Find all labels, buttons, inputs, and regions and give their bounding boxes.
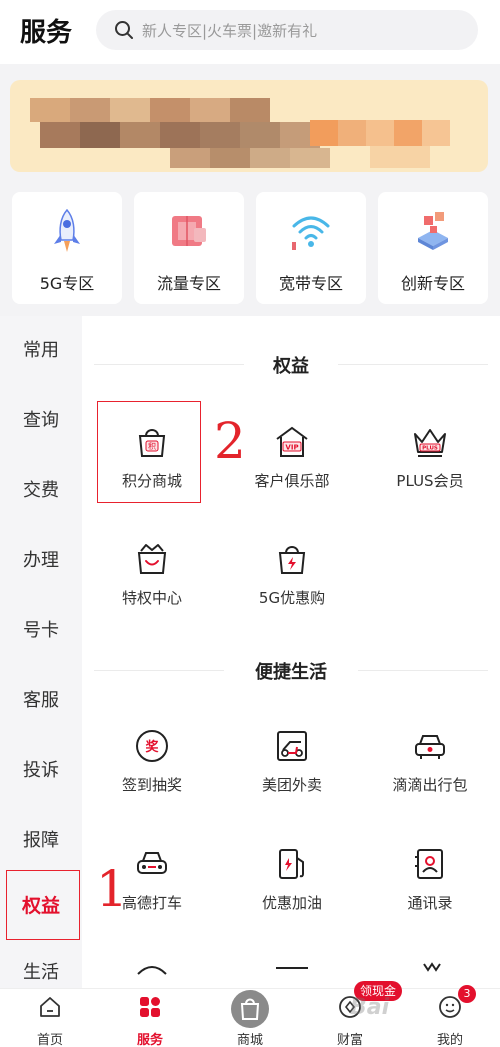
nav-profile[interactable]: 我的 xyxy=(400,993,500,1047)
rocket-icon xyxy=(54,208,80,252)
sidebar-item-payment[interactable]: 交费 xyxy=(0,456,82,526)
tile-label: 流量专区 xyxy=(156,274,221,293)
quick-tiles: 5G专区 流量专区 宽带专区 创新专区 xyxy=(0,184,500,316)
bottom-nav: 首页 服务 商城 财富 我的 领现金 3 Bai xyxy=(0,981,500,1047)
sidebar-item-service[interactable]: 客服 xyxy=(0,666,82,736)
shopping-bag-icon xyxy=(231,990,269,1028)
privilege-bag-icon xyxy=(137,544,167,574)
annotation-step-2: 2 xyxy=(214,412,246,470)
partial-icon xyxy=(276,967,308,969)
tile-innovation[interactable]: 创新专区 xyxy=(378,192,488,304)
banner-area xyxy=(0,64,500,184)
grid-item-label: 通讯录 xyxy=(407,894,453,912)
grid-item-didi[interactable]: 滴滴出行包 xyxy=(360,728,500,828)
tile-label: 宽带专区 xyxy=(278,274,343,293)
sidebar-item-sim[interactable]: 号卡 xyxy=(0,596,82,666)
grid-item-5g-deals[interactable]: 5G优惠购 xyxy=(222,541,362,641)
lottery-icon: 奖 xyxy=(136,730,168,762)
grid-item-label: 客户俱乐部 xyxy=(254,472,330,490)
taxi-icon xyxy=(137,852,167,874)
innovation-icon xyxy=(418,212,448,250)
grid-item-label: 美团外卖 xyxy=(261,776,322,794)
sidebar-item-handle[interactable]: 办理 xyxy=(0,526,82,596)
sidebar-item-common[interactable]: 常用 xyxy=(0,316,82,386)
grid-item-label: 签到抽奖 xyxy=(121,776,182,794)
service-icon xyxy=(140,997,160,1017)
grid-item-privilege-center[interactable]: 特权中心 xyxy=(82,541,222,641)
notification-badge: 3 xyxy=(458,985,476,1003)
plus-crown-icon: PLUS xyxy=(414,429,446,457)
tile-5g[interactable]: 5G专区 xyxy=(12,192,122,304)
grid-item-meituan[interactable]: 美团外卖 xyxy=(222,728,362,828)
contacts-icon xyxy=(415,849,443,879)
sidebar-item-life[interactable]: 生活 xyxy=(0,938,82,988)
service-content: 权益 积 积分商城 VIP 客户俱乐部 PLUS PLUS会员 2 特权中心 5… xyxy=(82,316,500,988)
wifi-icon xyxy=(292,216,330,250)
svg-text:奖: 奖 xyxy=(145,739,159,755)
sidebar-item-fault[interactable]: 报障 xyxy=(0,806,82,876)
grid-item-label: 滴滴出行包 xyxy=(392,776,468,794)
grid-item-label: 特权中心 xyxy=(121,589,182,607)
partial-icon xyxy=(423,962,441,972)
svg-text:VIP: VIP xyxy=(285,444,298,452)
nav-mall[interactable]: 商城 xyxy=(200,990,300,1047)
tile-broadband[interactable]: 宽带专区 xyxy=(256,192,366,304)
sidebar-item-complaint[interactable]: 投诉 xyxy=(0,736,82,806)
search-input[interactable]: 新人专区|火车票|邀新有礼 xyxy=(96,10,478,50)
grid-item-fuel[interactable]: 优惠加油 xyxy=(222,846,362,946)
category-sidebar: 常用 查询 交费 办理 号卡 客服 投诉 报障 权益 生活 xyxy=(0,316,82,988)
watermark: Bai xyxy=(350,995,390,1020)
nav-label: 财富 xyxy=(336,1033,363,1047)
grid-item-plus-member[interactable]: PLUS PLUS会员 xyxy=(360,424,500,524)
grid-item-contacts[interactable]: 通讯录 xyxy=(360,846,500,946)
grid-item-label: 优惠加油 xyxy=(261,894,322,912)
header: 服务 新人专区|火车票|邀新有礼 xyxy=(0,0,500,64)
home-icon xyxy=(40,997,60,1017)
promo-banner[interactable] xyxy=(10,80,488,172)
annotation-box-benefits xyxy=(6,870,80,940)
partial-icon xyxy=(137,966,167,975)
nav-label: 我的 xyxy=(436,1033,463,1047)
vip-house-icon: VIP xyxy=(276,426,308,457)
section-title-convenient-life: 便捷生活 xyxy=(255,662,327,683)
annotation-step-1: 1 xyxy=(96,860,128,918)
section-title-benefits: 权益 xyxy=(273,356,309,377)
nav-label: 商城 xyxy=(236,1033,263,1047)
car-icon xyxy=(415,735,445,759)
grid-item-label: 5G优惠购 xyxy=(258,589,326,607)
5g-bag-icon xyxy=(278,546,306,574)
tile-traffic[interactable]: 流量专区 xyxy=(134,192,244,304)
traffic-box-icon xyxy=(172,216,206,246)
grid-item-label: PLUS会员 xyxy=(396,472,464,490)
nav-label: 首页 xyxy=(36,1033,63,1047)
page-title: 服务 xyxy=(20,18,73,48)
nav-label: 服务 xyxy=(136,1033,163,1047)
grid-item-checkin-lottery[interactable]: 奖 签到抽奖 xyxy=(82,728,222,828)
svg-text:PLUS: PLUS xyxy=(422,446,438,452)
fuel-icon xyxy=(279,849,304,879)
sidebar-item-query[interactable]: 查询 xyxy=(0,386,82,456)
tile-label: 创新专区 xyxy=(400,274,465,293)
delivery-icon xyxy=(277,731,307,761)
annotation-box-points-mall xyxy=(97,401,201,503)
search-icon xyxy=(115,21,133,39)
nav-home[interactable]: 首页 xyxy=(0,993,100,1047)
tile-label: 5G专区 xyxy=(39,274,95,293)
nav-service[interactable]: 服务 xyxy=(100,993,200,1047)
search-placeholder: 新人专区|火车票|邀新有礼 xyxy=(142,22,318,40)
